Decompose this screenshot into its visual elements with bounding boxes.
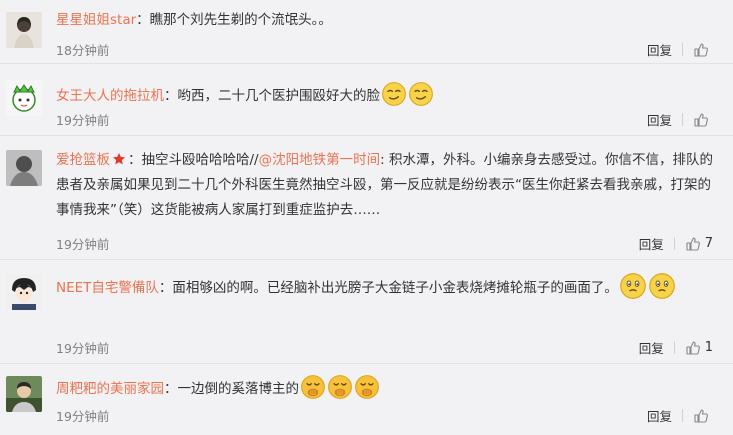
- giggle-emoji-icon: [354, 374, 380, 400]
- comment-item: 周粑粑的美丽家园：一边倒的奚落博主的 19分钟前 回复: [0, 364, 733, 435]
- like-button[interactable]: 1: [685, 340, 713, 356]
- like-count: 7: [704, 236, 713, 251]
- comment-feed: 星星姐姐star：瞧那个刘先生剃的个流氓头。。 18分钟前 回复 女王大人的拖拉…: [0, 0, 733, 435]
- thumbs-up-icon: [685, 340, 701, 356]
- like-button[interactable]: 7: [685, 236, 713, 252]
- reply-button[interactable]: 回复: [647, 110, 672, 129]
- divider: [673, 237, 675, 250]
- divider: [682, 113, 683, 126]
- username[interactable]: NEET自宅警備队: [56, 280, 159, 296]
- comment-body: ：一边倒的奚落博主的: [164, 381, 299, 397]
- reply-button[interactable]: 回复: [647, 40, 672, 59]
- like-button[interactable]: [693, 408, 713, 424]
- divider: [673, 341, 675, 354]
- comment-body: ：面相够凶的啊。已经脑补出光膀子大金链子小金表烧烤摊轮瓶子的画面了。: [158, 280, 618, 296]
- like-button[interactable]: [693, 42, 713, 58]
- comment-meta: 19分钟前 回复: [56, 406, 733, 426]
- timestamp: 19分钟前: [56, 409, 110, 424]
- comment-actions: 回复: [647, 110, 713, 129]
- reply-button[interactable]: 回复: [639, 234, 664, 253]
- avatar[interactable]: [6, 12, 42, 48]
- timestamp: 18分钟前: [56, 43, 110, 58]
- divider: [682, 409, 683, 422]
- shy-emoji-icon: [648, 272, 676, 300]
- divider: [682, 43, 683, 56]
- username[interactable]: 周粑粑的美丽家园: [56, 381, 164, 397]
- comment-body: ：抽空斗殴哈哈哈哈//: [128, 152, 259, 168]
- comment-text: 星星姐姐star：瞧那个刘先生剃的个流氓头。。: [56, 8, 719, 33]
- username[interactable]: 星星姐姐star: [56, 12, 136, 28]
- comment-item: NEET自宅警備队：面相够凶的啊。已经脑补出光膀子大金链子小金表烧烤摊轮瓶子的画…: [0, 260, 733, 364]
- reply-button[interactable]: 回复: [647, 406, 672, 425]
- timestamp: 19分钟前: [56, 113, 110, 128]
- shy-emoji-icon: [619, 272, 647, 300]
- thumbs-up-icon: [693, 42, 709, 58]
- comment-text: NEET自宅警備队：面相够凶的啊。已经脑补出光膀子大金链子小金表烧烤摊轮瓶子的画…: [56, 272, 719, 305]
- comment-item: 爱抢篮板 ：抽空斗殴哈哈哈哈//@沈阳地铁第一时间: 积水潭，外科。小编亲身去感受…: [0, 136, 733, 260]
- comment-meta: 19分钟前 回复 1: [56, 338, 733, 358]
- mention-link[interactable]: @沈阳地铁第一时间: [259, 152, 381, 168]
- reply-button[interactable]: 回复: [639, 338, 664, 357]
- smirk-emoji-icon: [408, 81, 434, 107]
- comment-actions: 回复 1: [639, 338, 713, 357]
- comment-text: 爱抢篮板 ：抽空斗殴哈哈哈哈//@沈阳地铁第一时间: 积水潭，外科。小编亲身去感受…: [56, 148, 719, 223]
- smirk-emoji-icon: [381, 81, 407, 107]
- star-badge-icon: [112, 152, 126, 166]
- thumbs-up-icon: [693, 408, 709, 424]
- comment-actions: 回复: [647, 406, 713, 425]
- thumbs-up-icon: [693, 112, 709, 128]
- avatar[interactable]: [6, 80, 42, 116]
- username[interactable]: 爱抢篮板: [56, 152, 110, 168]
- comment-meta: 19分钟前 回复 7: [56, 234, 733, 254]
- comment-actions: 回复 7: [639, 234, 713, 253]
- username[interactable]: 女王大人的拖拉机: [56, 88, 164, 104]
- comment-item: 星星姐姐star：瞧那个刘先生剃的个流氓头。。 18分钟前 回复: [0, 0, 733, 64]
- timestamp: 19分钟前: [56, 341, 110, 356]
- timestamp: 19分钟前: [56, 237, 110, 252]
- avatar[interactable]: [6, 376, 42, 412]
- comment-body: ：哟西，二十几个医护围殴好大的脸: [164, 88, 380, 104]
- thumbs-up-icon: [685, 236, 701, 252]
- comment-text: 女王大人的拖拉机：哟西，二十几个医护围殴好大的脸: [56, 81, 719, 109]
- giggle-emoji-icon: [327, 374, 353, 400]
- comment-actions: 回复: [647, 40, 713, 59]
- like-count: 1: [704, 340, 713, 355]
- comment-meta: 19分钟前 回复: [56, 110, 733, 130]
- giggle-emoji-icon: [300, 374, 326, 400]
- comment-meta: 18分钟前 回复: [56, 40, 733, 60]
- comment-item: 女王大人的拖拉机：哟西，二十几个医护围殴好大的脸 19分钟前 回复: [0, 64, 733, 136]
- avatar[interactable]: [6, 150, 42, 186]
- comment-text: 周粑粑的美丽家园：一边倒的奚落博主的: [56, 374, 719, 402]
- avatar[interactable]: [6, 274, 42, 310]
- comment-body: ：瞧那个刘先生剃的个流氓头。。: [136, 12, 332, 28]
- like-button[interactable]: [693, 112, 713, 128]
